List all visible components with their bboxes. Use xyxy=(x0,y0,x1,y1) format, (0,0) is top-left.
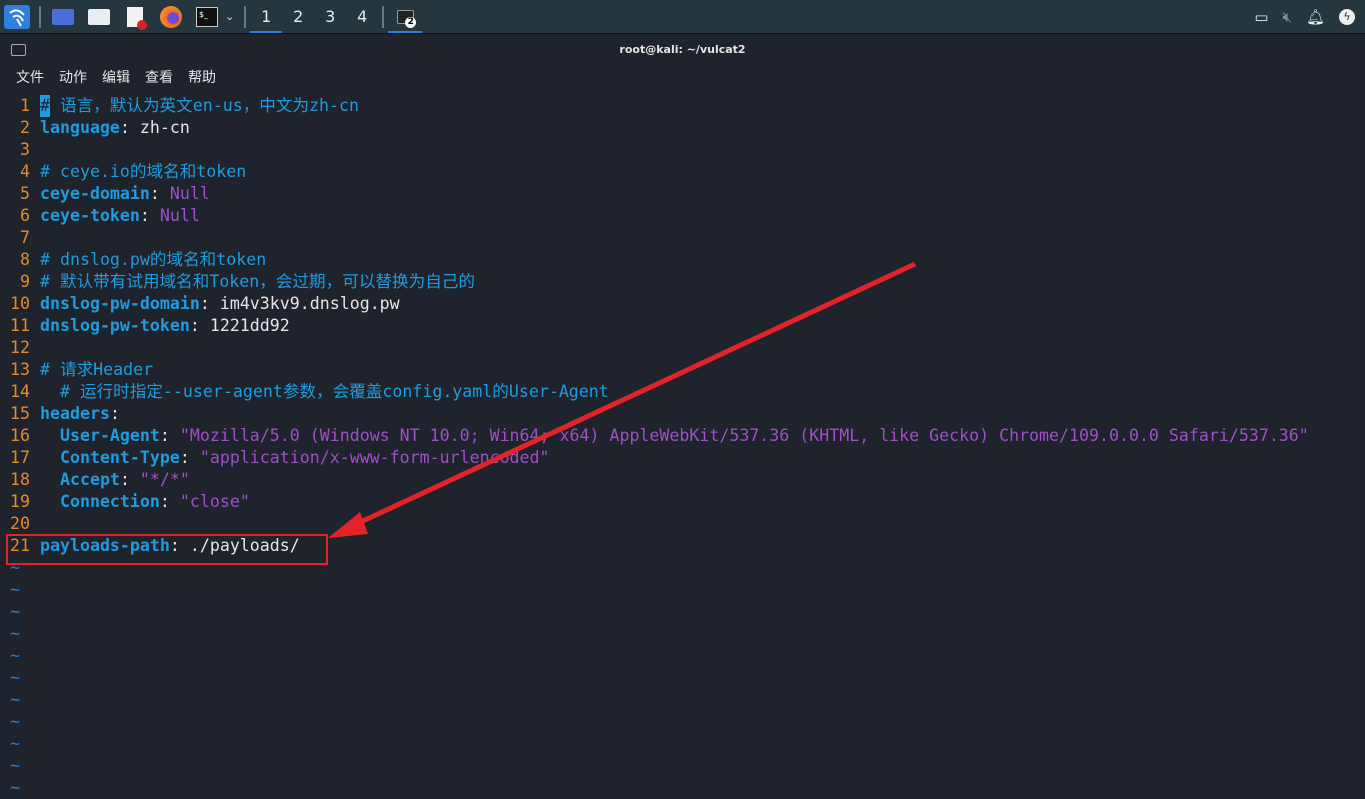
annotation-arrow xyxy=(328,261,917,538)
